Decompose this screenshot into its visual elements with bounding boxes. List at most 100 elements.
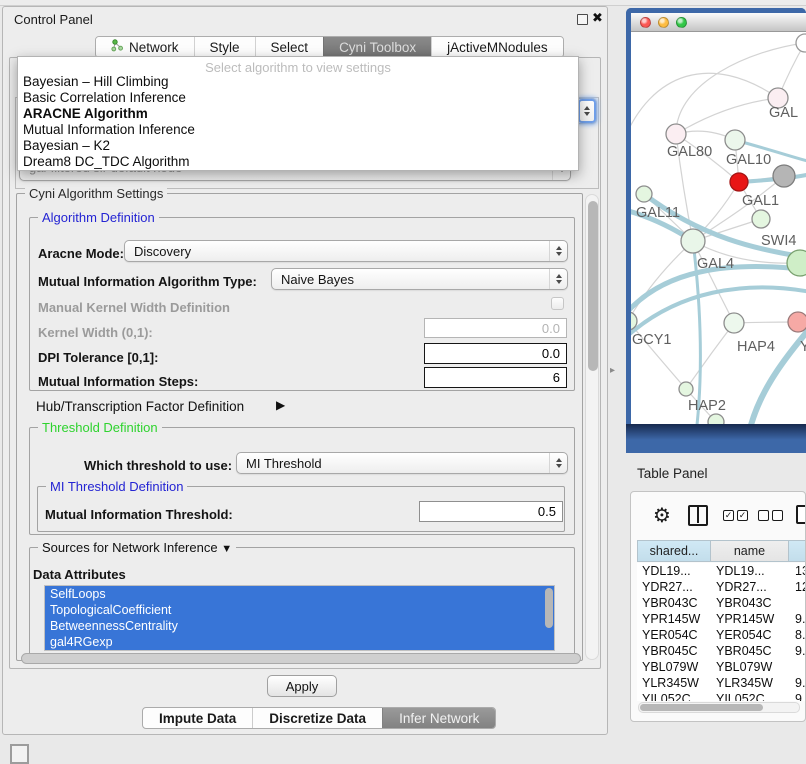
tab-discretize-data[interactable]: Discretize Data: [252, 708, 382, 728]
network-node[interactable]: [752, 210, 770, 228]
combobox-stepper-icon[interactable]: [549, 453, 567, 473]
zoom-traffic-icon[interactable]: [676, 17, 687, 28]
tab-impute-data[interactable]: Impute Data: [143, 708, 252, 728]
table-row[interactable]: YER054CYER054C8.: [637, 627, 806, 643]
deselect-all-icon[interactable]: [758, 510, 783, 521]
table-cell: 9.: [790, 675, 806, 691]
table-row[interactable]: YBR045CYBR045C9.: [637, 643, 806, 659]
tab-style[interactable]: Style: [194, 37, 255, 57]
network-node-label: GCY1: [632, 332, 672, 348]
combobox-stepper-icon[interactable]: [549, 241, 567, 261]
tab-select[interactable]: Select: [255, 37, 324, 57]
network-node[interactable]: [796, 34, 806, 52]
table-row[interactable]: YBL079WYBL079W: [637, 659, 806, 675]
table-panel: ⚙ ✓✓ shared...name YDL19...YDL19...13YDR…: [630, 491, 806, 722]
network-node[interactable]: [708, 414, 724, 424]
algorithm-option[interactable]: Bayesian – K2: [18, 138, 578, 154]
settings-hscrollbar-thumb[interactable]: [21, 653, 581, 664]
algorithm-option[interactable]: Mutual Information Inference: [18, 122, 578, 138]
settings-scrollbar[interactable]: [585, 194, 599, 660]
kernel-width-field[interactable]: 0.0: [424, 318, 567, 338]
algorithm-option[interactable]: Dream8 DC_TDC Algorithm: [18, 154, 578, 170]
tab-jactivemnodules[interactable]: jActiveMNodules: [431, 37, 563, 57]
table-cell: YER054C: [637, 627, 711, 643]
control-panel-title: Control Panel: [14, 12, 93, 27]
mi-type-value: Naive Bayes: [281, 272, 354, 287]
table-row[interactable]: YPR145WYPR145W9.: [637, 611, 806, 627]
manual-kernel-checkbox[interactable]: [551, 297, 564, 310]
mi-steps-field[interactable]: 6: [424, 367, 567, 388]
data-attributes-list[interactable]: SelfLoopsTopologicalCoefficientBetweenne…: [44, 585, 555, 651]
network-canvas[interactable]: GALGAL80GAL10GAL1GAL11SWI4GAL4GCY1HAP4YH…: [631, 32, 806, 424]
tab-cyni-toolbox[interactable]: Cyni Toolbox: [323, 37, 431, 57]
gear-icon[interactable]: ⚙: [653, 506, 671, 526]
network-window-titlebar[interactable]: [631, 13, 806, 32]
collapse-right-icon[interactable]: ▶: [276, 398, 285, 412]
table-row[interactable]: YBR043CYBR043C: [637, 595, 806, 611]
network-node[interactable]: [773, 165, 795, 187]
network-node[interactable]: [724, 313, 744, 333]
network-graph[interactable]: GALGAL80GAL10GAL1GAL11SWI4GAL4GCY1HAP4YH…: [631, 32, 806, 424]
collapse-down-icon[interactable]: ▼: [221, 543, 232, 555]
hub-definition-header[interactable]: Hub/Transcription Factor Definition: [36, 399, 244, 414]
table-row[interactable]: YDR27...YDR27...12: [637, 579, 806, 595]
splitter-handle-icon[interactable]: ▸: [610, 365, 615, 376]
table-row[interactable]: YDL19...YDL19...13: [637, 563, 806, 579]
float-window-icon[interactable]: [577, 14, 588, 25]
table-hscrollbar-thumb[interactable]: [640, 704, 763, 711]
network-node[interactable]: [679, 382, 693, 396]
table-cell: YBL079W: [711, 659, 790, 675]
algorithm-option[interactable]: Basic Correlation Inference: [18, 90, 578, 106]
attribute-list-item[interactable]: SelfLoops: [45, 586, 554, 602]
settings-scrollbar-thumb[interactable]: [588, 201, 598, 371]
attribute-list-item[interactable]: gal4RGexp: [45, 634, 554, 650]
network-node[interactable]: [730, 173, 748, 191]
table-cell: YIL052C: [637, 691, 711, 701]
list-scrollbar-thumb[interactable]: [545, 588, 553, 628]
column-header-extra[interactable]: [788, 540, 806, 562]
network-node-label: GAL80: [667, 144, 712, 160]
table-cell: YBR045C: [711, 643, 790, 659]
network-node[interactable]: [681, 229, 705, 253]
network-node[interactable]: [666, 124, 686, 144]
tab-network[interactable]: Network: [96, 37, 194, 57]
combobox-stepper-icon[interactable]: [549, 269, 567, 289]
minimized-panel-icon[interactable]: [10, 744, 29, 764]
combobox-stepper-icon[interactable]: [578, 99, 596, 123]
column-header-shared...[interactable]: shared...: [637, 540, 711, 562]
attribute-list-item[interactable]: BetweennessCentrality: [45, 618, 554, 634]
apply-button[interactable]: Apply: [267, 675, 337, 697]
group-title[interactable]: Sources for Network Inference ▼: [38, 540, 236, 555]
table-row[interactable]: YIL052CYIL052C9: [637, 691, 806, 701]
aracne-mode-combobox[interactable]: Discovery: [124, 240, 568, 262]
network-edge[interactable]: [631, 241, 693, 321]
minimize-traffic-icon[interactable]: [658, 17, 669, 28]
network-edge[interactable]: [676, 98, 778, 134]
network-edge[interactable]: [686, 323, 734, 389]
screen: { "control_panel": { "title": "Control P…: [0, 0, 806, 762]
tab-infer-network[interactable]: Infer Network: [382, 708, 495, 728]
close-icon[interactable]: ✖: [592, 10, 603, 26]
mi-type-combobox[interactable]: Naive Bayes: [271, 268, 568, 290]
algorithm-option[interactable]: ARACNE Algorithm: [18, 106, 578, 122]
columns-icon[interactable]: [688, 505, 708, 526]
attribute-list-item[interactable]: TopologicalCoefficient: [45, 602, 554, 618]
group-title: Cyni Algorithm Settings: [25, 186, 167, 201]
table-hscrollbar[interactable]: [638, 702, 800, 713]
close-traffic-icon[interactable]: [640, 17, 651, 28]
network-node[interactable]: [788, 312, 806, 332]
dpi-tolerance-field[interactable]: 0.0: [424, 343, 567, 364]
algorithm-option[interactable]: Bayesian – Hill Climbing: [18, 74, 578, 90]
network-node[interactable]: [787, 250, 806, 276]
network-node[interactable]: [636, 186, 652, 202]
select-all-icon[interactable]: ✓✓: [723, 510, 748, 521]
tab-label: jActiveMNodules: [447, 40, 548, 55]
network-node-label: GAL: [769, 105, 798, 121]
network-node-label: GAL4: [697, 256, 734, 272]
file-icon[interactable]: [796, 505, 806, 524]
column-header-name[interactable]: name: [710, 540, 789, 562]
network-node[interactable]: [725, 130, 745, 150]
mi-threshold-field[interactable]: 0.5: [419, 501, 563, 522]
table-row[interactable]: YLR345WYLR345W9.: [637, 675, 806, 691]
which-threshold-combobox[interactable]: MI Threshold: [236, 452, 568, 474]
